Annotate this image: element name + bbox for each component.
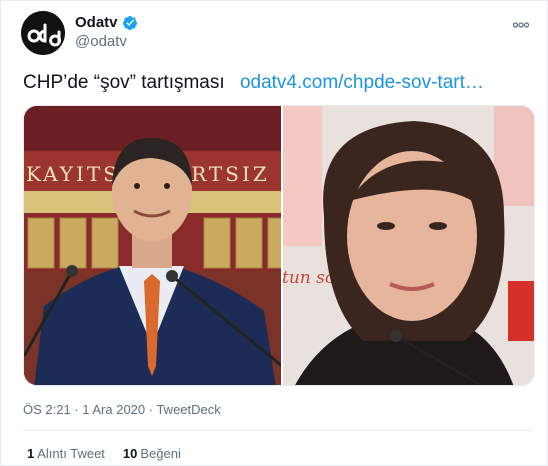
divider xyxy=(23,430,533,431)
handle[interactable]: @odatv xyxy=(75,33,138,50)
tweet-header: Odatv @odatv xyxy=(21,11,531,57)
likes-count: 10 xyxy=(122,446,138,461)
quote-tweets-label: Alıntı Tweet xyxy=(37,446,105,461)
display-name[interactable]: Odatv xyxy=(75,14,118,31)
quote-tweets-stat[interactable]: 1 Alıntı Tweet xyxy=(27,446,105,461)
likes-label: Beğeni xyxy=(140,446,181,461)
tweet-body: CHP’de “şov” tartışması xyxy=(23,72,225,93)
tweet-author: Odatv @odatv xyxy=(75,14,138,50)
tweet-card: Odatv @odatv CHP’de “şov” tartışması oda… xyxy=(0,0,548,466)
tweet-media-image[interactable]: KAYITSIZ ŞARTSIZ tun xyxy=(23,105,535,386)
tweet-timestamp[interactable]: ÖS 2:21 · 1 Ara 2020 · TweetDeck xyxy=(23,402,221,417)
quote-tweets-count: 1 xyxy=(27,446,35,461)
tweet-stats: 1 Alıntı Tweet 10 Beğeni xyxy=(27,446,181,461)
more-options-icon[interactable] xyxy=(512,15,530,31)
likes-stat[interactable]: 10 Beğeni xyxy=(123,446,181,461)
avatar[interactable] xyxy=(21,11,65,55)
tweet-link[interactable]: odatv4.com/chpde-sov-tart… xyxy=(240,72,484,93)
tweet-text: CHP’de “şov” tartışması odatv4.com/chpde… xyxy=(23,71,484,95)
odatv-logo-icon xyxy=(21,11,65,55)
verified-badge-icon xyxy=(122,15,138,31)
